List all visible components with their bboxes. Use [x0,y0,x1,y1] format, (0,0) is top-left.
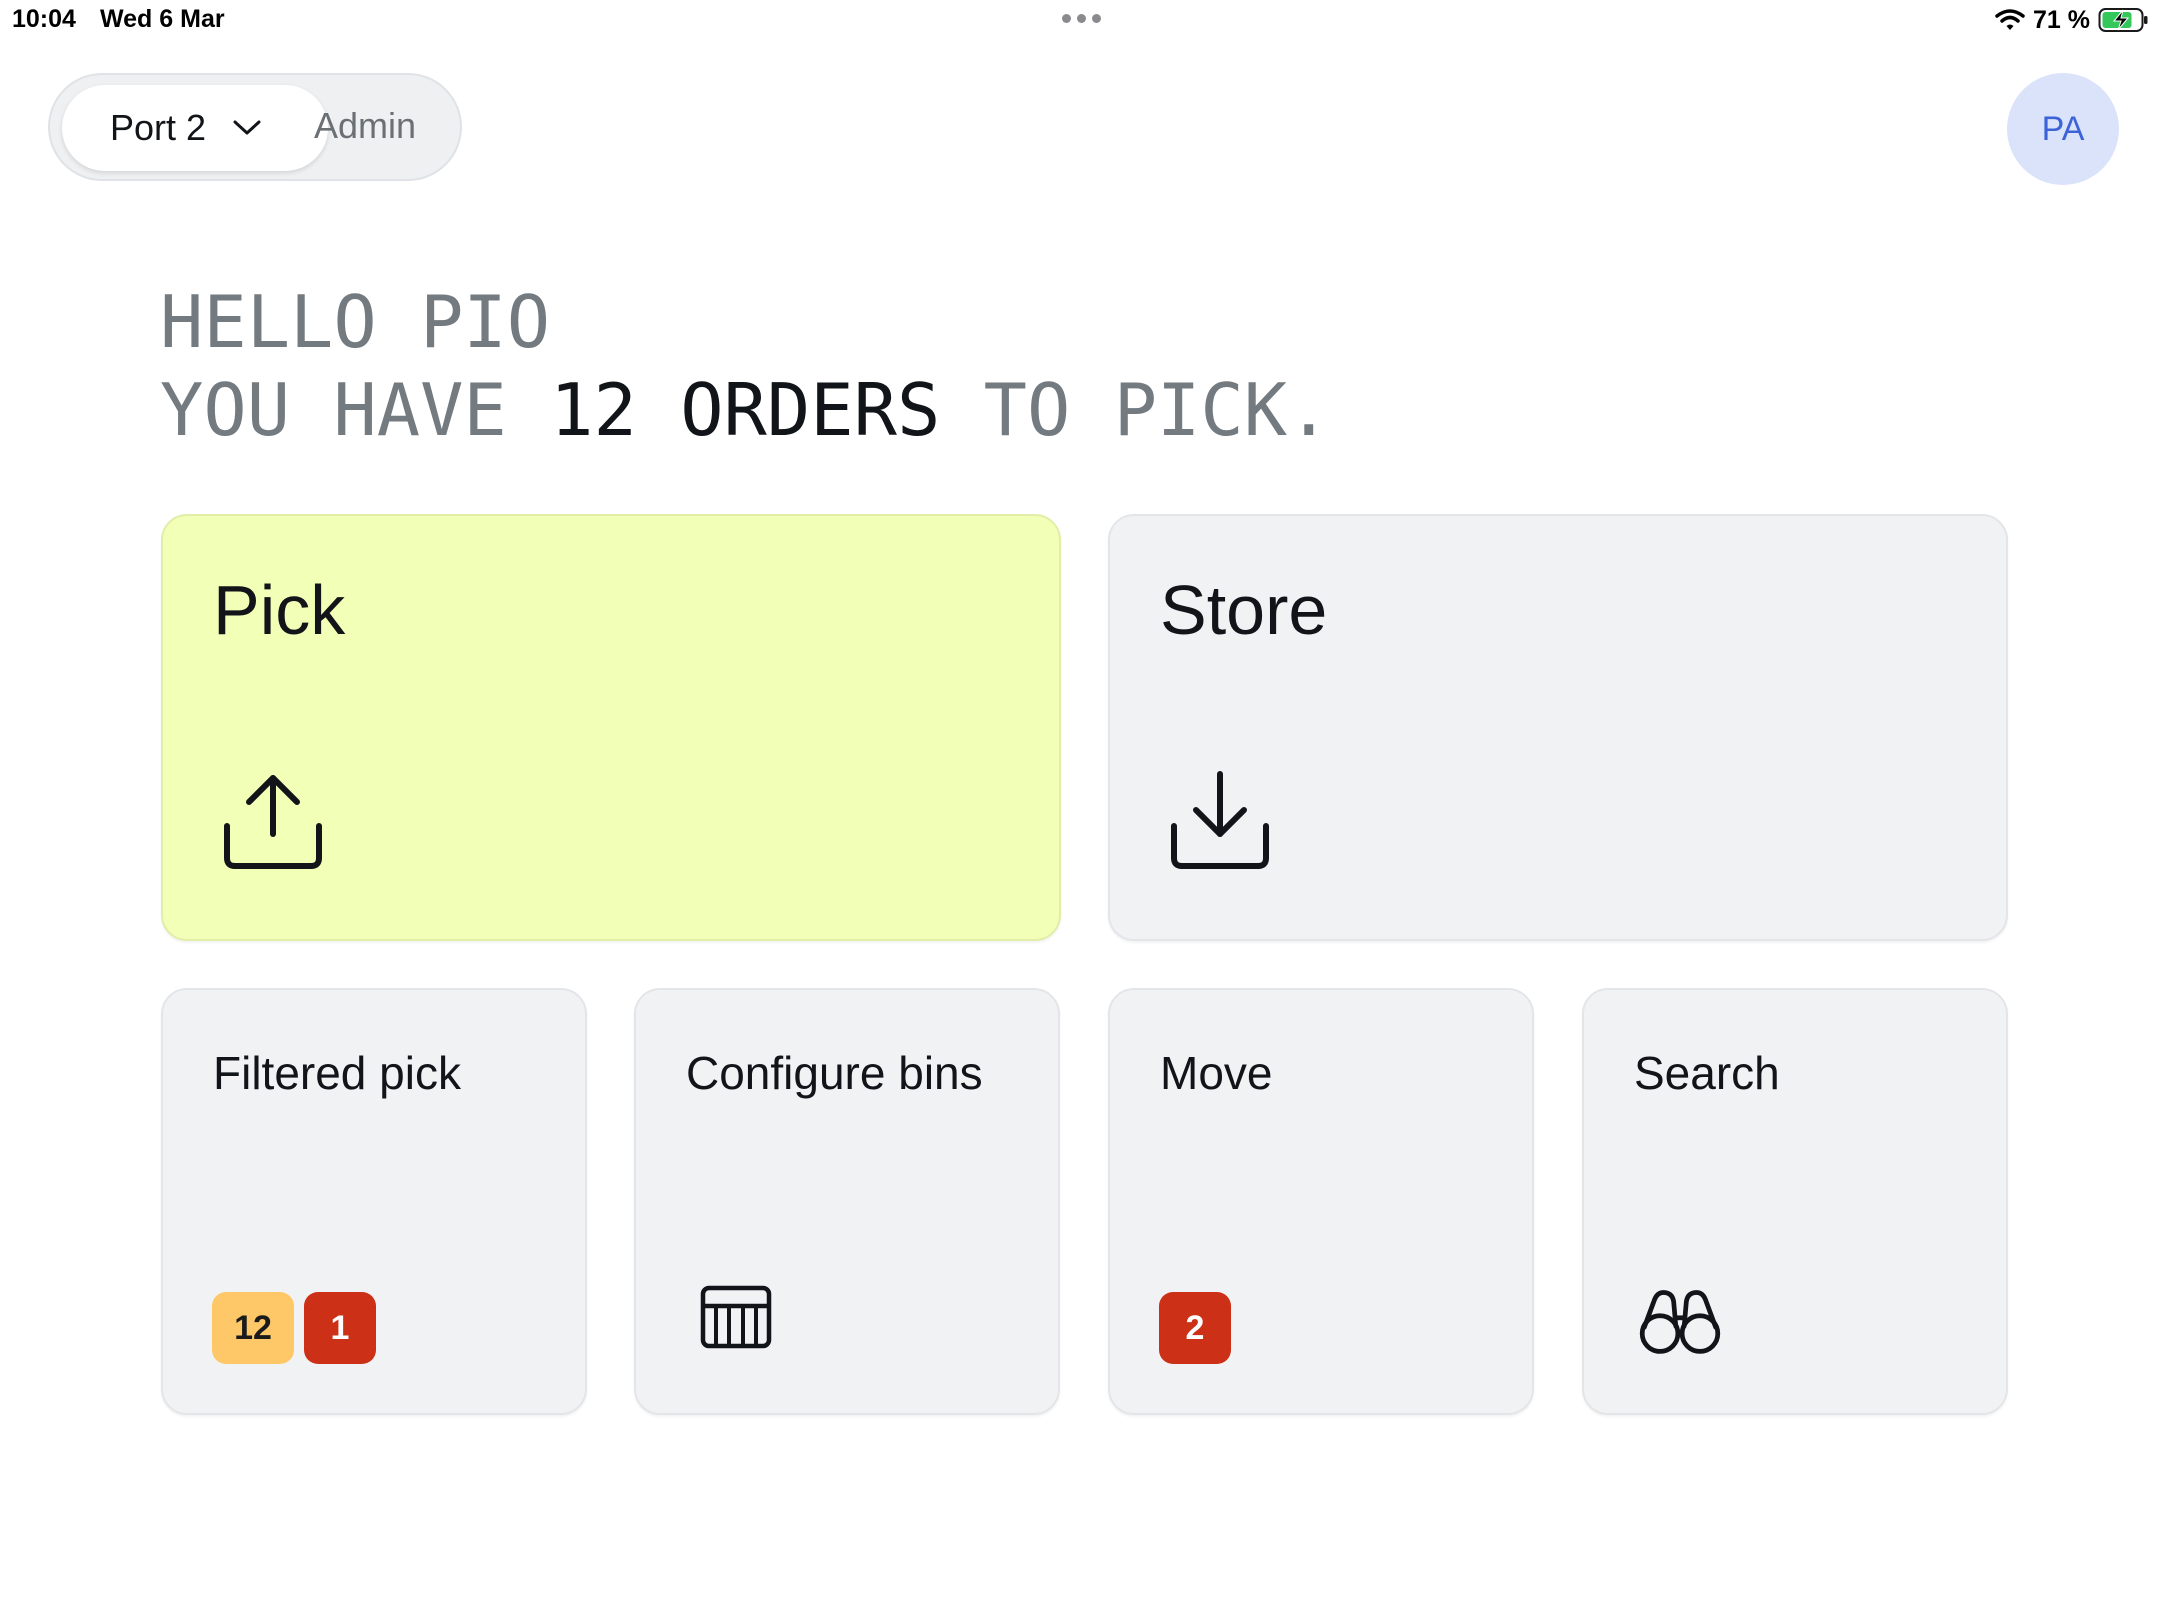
chevron-down-icon [232,113,262,143]
upload-tray-icon [224,775,322,869]
download-tray-icon [1171,771,1269,869]
move-tile[interactable]: Move 2 [1108,988,1534,1415]
battery-percentage: 71 % [2033,5,2090,34]
error-count-badge: 2 [1159,1292,1231,1364]
status-indicators: 71 % [1995,4,2150,36]
move-badges: 2 [1159,1292,1231,1364]
store-tile[interactable]: Store [1108,514,2008,941]
orders-word: ORDERS [680,368,941,452]
port-label: Port 2 [110,107,207,148]
search-title: Search [1634,1047,1780,1099]
status-date: Wed 6 Mar [100,5,225,33]
pick-tile[interactable]: Pick [161,514,1061,941]
pick-title: Pick [213,571,346,649]
store-title: Store [1160,571,1328,649]
admin-mode-button[interactable]: Admin [314,105,416,147]
filtered-pick-badges: 12 1 [212,1292,376,1364]
order-count: 12 [550,368,637,452]
search-tile[interactable]: Search [1582,988,2008,1415]
greeting-suffix: TO PICK. [940,368,1331,452]
greeting-line-1: HELLO PIO [160,280,551,364]
avatar[interactable]: PA [2007,73,2119,185]
bins-grid-icon [700,1285,772,1349]
battery-charging-icon [2098,8,2148,32]
warning-count-badge: 12 [212,1292,294,1364]
wifi-icon [1995,9,2025,30]
status-bar: 10:04 Wed 6 Mar 71 % [0,0,2160,40]
filtered-pick-tile[interactable]: Filtered pick 12 1 [161,988,587,1415]
status-time: 10:04 [12,5,76,33]
binoculars-icon [1639,1290,1721,1354]
port-selector-button[interactable]: Port 2 [62,85,328,171]
move-title: Move [1160,1047,1273,1099]
greeting-line-2: YOU HAVE 12 ORDERS TO PICK. [160,366,1330,454]
error-count-badge: 1 [304,1292,376,1364]
configure-bins-title: Configure bins [686,1047,983,1099]
configure-bins-tile[interactable]: Configure bins [634,988,1060,1415]
filtered-pick-title: Filtered pick [213,1047,461,1099]
port-mode-switch: Port 2 Admin [48,73,462,181]
greeting: HELLO PIO YOU HAVE 12 ORDERS TO PICK. [160,278,1330,454]
multitasking-dots-icon[interactable] [1062,14,1101,23]
greeting-prefix: YOU HAVE [160,368,551,452]
